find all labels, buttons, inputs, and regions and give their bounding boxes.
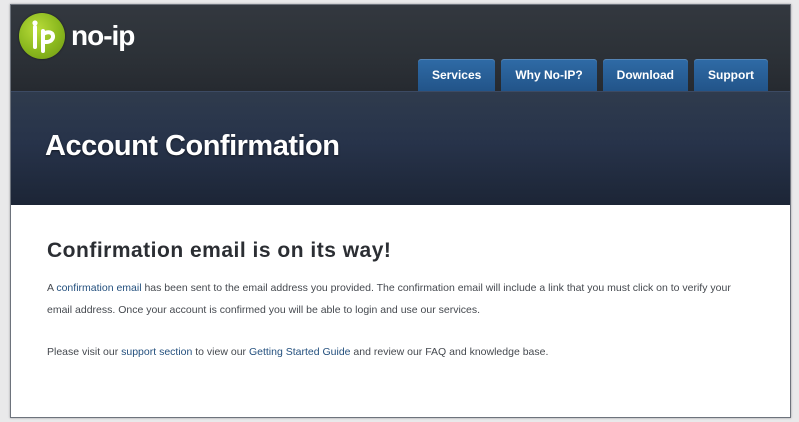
nav-download[interactable]: Download: [602, 59, 688, 91]
page-frame: no-ip Services Why No-IP? Download Suppo…: [10, 4, 791, 418]
no-ip-logo-icon: [19, 13, 65, 59]
support-paragraph: Please visit our support section to view…: [47, 341, 754, 363]
nav-support[interactable]: Support: [694, 59, 768, 91]
para2-prefix: Please visit our: [47, 346, 122, 358]
top-bar: no-ip Services Why No-IP? Download Suppo…: [11, 5, 790, 91]
main-content: Confirmation email is on its way! A conf…: [11, 205, 790, 417]
main-nav: Services Why No-IP? Download Support: [417, 59, 768, 91]
para2-suffix: and review our FAQ and knowledge base.: [350, 346, 549, 358]
para1-prefix: A: [47, 282, 57, 294]
confirmation-heading: Confirmation email is on its way!: [47, 239, 392, 262]
nav-services[interactable]: Services: [417, 59, 496, 91]
page-title: Account Confirmation: [45, 130, 340, 162]
getting-started-guide-link[interactable]: Getting Started Guide: [249, 346, 351, 358]
nav-why-no-ip[interactable]: Why No-IP?: [501, 59, 597, 91]
confirmation-email-link[interactable]: confirmation email: [56, 282, 141, 294]
logo[interactable]: no-ip: [19, 13, 135, 59]
para2-middle: to view our: [192, 346, 249, 358]
hero-banner: Account Confirmation: [11, 91, 790, 205]
logo-text: no-ip: [71, 20, 135, 51]
support-section-link[interactable]: support section: [121, 346, 192, 358]
confirmation-paragraph: A confirmation email has been sent to th…: [47, 277, 754, 321]
para1-suffix: has been sent to the email address you p…: [47, 282, 731, 316]
